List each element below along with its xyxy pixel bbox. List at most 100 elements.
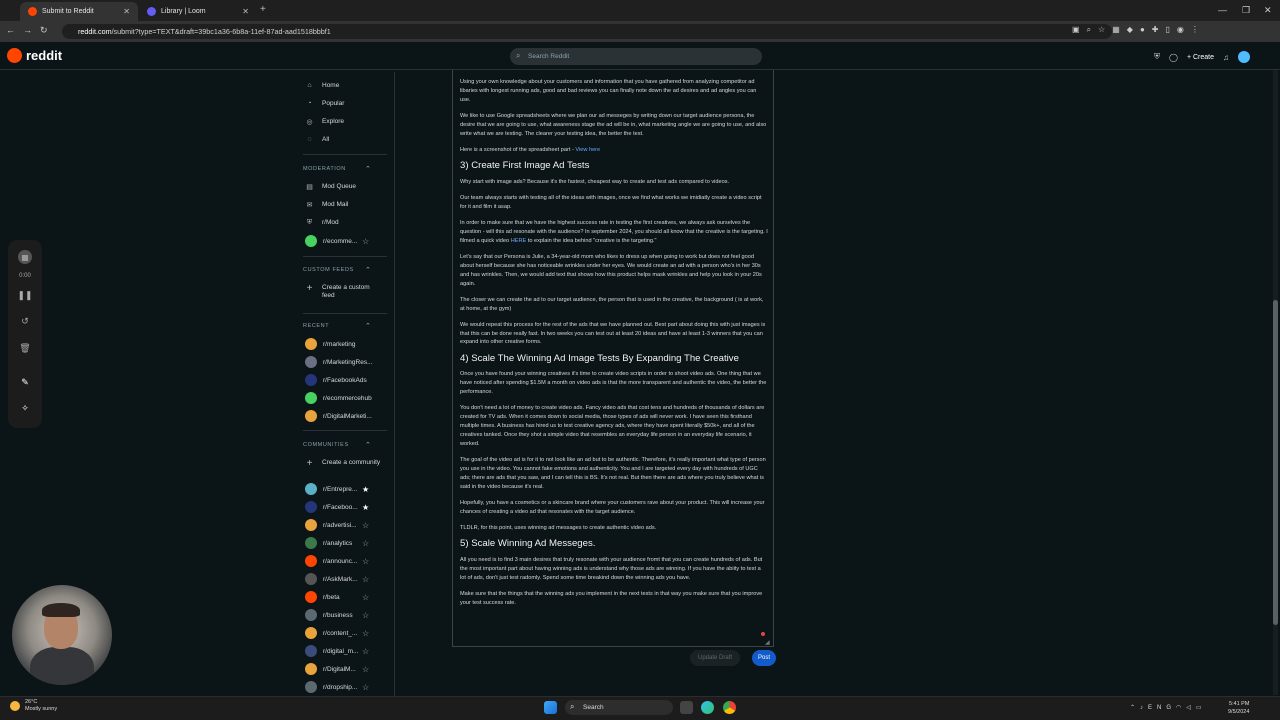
star-icon[interactable]: ☆ xyxy=(362,237,369,246)
sidebar-item-all[interactable]: ◌ All xyxy=(305,135,329,144)
recent-item[interactable]: r/ecommercehub xyxy=(305,392,372,404)
community-item[interactable]: r/advertisi... ☆ xyxy=(305,519,369,531)
taskbar-clock[interactable]: 5:41 PM 9/5/2024 xyxy=(1228,700,1249,716)
community-item[interactable]: r/Entrepre... ★ xyxy=(305,483,369,495)
tab-loom-library[interactable]: Library | Loom ✕ xyxy=(139,2,257,21)
menu-icon[interactable]: ⋮ xyxy=(1191,25,1206,34)
language-indicator[interactable]: ENG xyxy=(1148,705,1176,711)
sidebar-item-home[interactable]: ⌂ Home xyxy=(305,81,339,90)
close-tab-icon[interactable]: ✕ xyxy=(123,7,130,16)
star-filled-icon[interactable]: ★ xyxy=(362,485,369,494)
profile-icon[interactable]: ◉ xyxy=(1177,25,1191,34)
recent-item[interactable]: r/DigitalMarketi... xyxy=(305,410,372,422)
community-item[interactable]: r/beta ☆ xyxy=(305,591,369,603)
extension-icon[interactable]: ● xyxy=(1140,25,1152,34)
sidebar-item-popular[interactable]: ◔ Popular xyxy=(305,99,344,108)
sidebar-item-community[interactable]: r/ecomme... ☆ xyxy=(305,235,369,247)
sidebar-item-mod-mail[interactable]: ✉ Mod Mail xyxy=(305,200,349,209)
recent-item[interactable]: r/FacebookAds xyxy=(305,374,367,386)
stop-recording-button[interactable] xyxy=(8,250,42,264)
star-icon[interactable]: ☆ xyxy=(362,521,369,530)
zoom-icon[interactable]: ⌕ xyxy=(1087,25,1098,34)
post-button[interactable]: Post xyxy=(752,650,776,666)
effects-icon[interactable]: ✧ xyxy=(8,403,42,414)
star-icon[interactable]: ☆ xyxy=(362,539,369,548)
close-tab-icon[interactable]: ✕ xyxy=(242,7,249,16)
star-icon[interactable]: ☆ xyxy=(362,611,369,620)
star-icon[interactable]: ☆ xyxy=(362,647,369,656)
community-item[interactable]: r/dropship... ☆ xyxy=(305,681,369,693)
communities-section-header[interactable]: COMMUNITIES ⌃ xyxy=(303,442,371,449)
view-here-link[interactable]: View here xyxy=(575,147,600,153)
mod-shield-icon[interactable]: ⛨ xyxy=(1154,52,1160,62)
taskbar-search[interactable]: ⌕ Search xyxy=(565,700,673,715)
create-community-button[interactable]: + Create a community xyxy=(305,458,383,469)
scrollbar-thumb[interactable] xyxy=(1273,300,1278,625)
moderation-section-header[interactable]: MODERATION ⌃ xyxy=(303,166,371,173)
wifi-icon[interactable]: ◠ xyxy=(1176,705,1186,711)
edge-browser-icon[interactable] xyxy=(701,701,714,714)
recent-item[interactable]: r/marketing xyxy=(305,338,356,350)
address-bar[interactable]: reddit.com/submit?type=TEXT&draft=39bc1a… xyxy=(62,24,1112,39)
star-icon[interactable]: ☆ xyxy=(362,557,369,566)
forward-icon[interactable]: → xyxy=(23,25,40,35)
pen-icon[interactable]: ✎ xyxy=(8,377,42,388)
puzzle-icon[interactable]: ✚ xyxy=(1152,25,1166,34)
star-icon[interactable]: ☆ xyxy=(362,665,369,674)
maximize-icon[interactable]: ❐ xyxy=(1242,5,1250,16)
community-item[interactable]: r/announc... ☆ xyxy=(305,555,369,567)
windows-start-icon[interactable] xyxy=(544,701,557,714)
create-button[interactable]: + Create xyxy=(1187,54,1214,61)
close-window-icon[interactable]: ✕ xyxy=(1264,5,1272,16)
star-icon[interactable]: ☆ xyxy=(362,593,369,602)
minimize-icon[interactable]: — xyxy=(1218,5,1227,15)
new-tab-icon[interactable]: + xyxy=(260,4,266,15)
star-icon[interactable]: ☆ xyxy=(362,629,369,638)
community-item[interactable]: r/digital_m... ☆ xyxy=(305,645,369,657)
reddit-logo[interactable]: reddit xyxy=(7,48,62,63)
custom-feeds-section-header[interactable]: CUSTOM FEEDS ⌃ xyxy=(303,267,371,274)
community-item[interactable]: r/AskMark... ☆ xyxy=(305,573,369,585)
recent-section-header[interactable]: RECENT ⌃ xyxy=(303,323,371,330)
resize-handle-icon[interactable]: ◢ xyxy=(765,639,770,646)
battery-icon[interactable]: ▭ xyxy=(1196,705,1207,711)
volume-icon[interactable]: ◁ xyxy=(1186,705,1196,711)
webcam-bubble[interactable] xyxy=(12,585,112,685)
install-icon[interactable]: ▣ xyxy=(1072,25,1087,34)
update-draft-button[interactable]: Update Draft xyxy=(690,650,740,666)
recent-item[interactable]: r/MarketingRes... xyxy=(305,356,373,368)
search-input[interactable]: ⌕ Search Reddit xyxy=(510,48,762,65)
community-item[interactable]: r/DigitalM... ☆ xyxy=(305,663,369,675)
bookmark-star-icon[interactable]: ☆ xyxy=(1098,25,1112,34)
reload-icon[interactable]: ↻ xyxy=(40,25,56,35)
sidebar-item-r-mod[interactable]: ⛨ r/Mod xyxy=(305,218,339,227)
notification-bell-icon[interactable]: ♫ xyxy=(1223,53,1229,62)
weather-widget[interactable]: 26°C Mostly sunny xyxy=(10,699,57,713)
sidebar-item-explore[interactable]: ◎ Explore xyxy=(305,117,344,126)
mic-icon[interactable]: ♪ xyxy=(1140,705,1148,711)
community-item[interactable]: r/content_... ☆ xyxy=(305,627,369,639)
star-icon[interactable]: ☆ xyxy=(362,575,369,584)
chevron-up-icon[interactable]: ⌃ xyxy=(1130,705,1140,711)
restart-icon[interactable]: ↺ xyxy=(8,316,42,327)
back-icon[interactable]: ← xyxy=(6,25,23,35)
tab-submit-to-reddit[interactable]: Submit to Reddit ✕ xyxy=(20,2,138,21)
extension-icon[interactable]: ▦ xyxy=(1112,25,1127,34)
star-icon[interactable]: ☆ xyxy=(362,683,369,692)
create-custom-feed-button[interactable]: + Create a custom feed xyxy=(305,283,383,300)
user-avatar[interactable] xyxy=(1238,51,1251,63)
extension-icon[interactable]: ◆ xyxy=(1127,25,1140,34)
pause-icon[interactable]: ❚❚ xyxy=(8,290,42,301)
star-filled-icon[interactable]: ★ xyxy=(362,503,369,512)
chat-icon[interactable]: ◯ xyxy=(1169,53,1178,62)
community-item[interactable]: r/business ☆ xyxy=(305,609,369,621)
task-view-icon[interactable] xyxy=(680,701,693,714)
sidebar-item-mod-queue[interactable]: ▤ Mod Queue xyxy=(305,182,356,191)
trash-icon[interactable]: 🗑 xyxy=(8,343,42,354)
chrome-icon[interactable] xyxy=(723,701,736,714)
post-body-editor[interactable]: Using your own knowledge about your cust… xyxy=(452,70,774,647)
community-item[interactable]: r/analytics ☆ xyxy=(305,537,369,549)
community-item[interactable]: r/Faceboo... ★ xyxy=(305,501,369,513)
here-link[interactable]: HERE xyxy=(511,238,527,244)
sidepanel-icon[interactable]: ▯ xyxy=(1165,25,1176,34)
